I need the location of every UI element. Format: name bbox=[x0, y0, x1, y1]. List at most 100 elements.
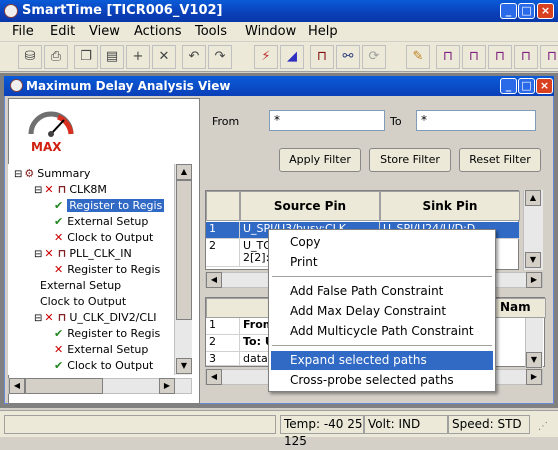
expand-icon[interactable]: ⊟ bbox=[14, 169, 22, 180]
menu-tools[interactable]: Tools bbox=[195, 24, 227, 39]
tree-item-label: Clock to Output bbox=[40, 295, 127, 308]
minimize-button[interactable]: _ bbox=[500, 3, 517, 19]
tree-item-label: External Setup bbox=[40, 279, 122, 292]
scroll-left-icon[interactable]: ◀ bbox=[9, 378, 25, 394]
menu-item-add-multicycle[interactable]: Add Multicycle Path Constraint bbox=[271, 322, 493, 341]
status-bar: Temp: -40 25 125 Volt: IND Speed: STD ⋰ bbox=[0, 410, 558, 448]
constraint-icon[interactable]: ◢ bbox=[280, 45, 304, 69]
row-number[interactable]: 2 bbox=[206, 239, 240, 267]
tree-clock-node[interactable]: ⊟ ✕ ⊓ PLL_CLK_IN bbox=[34, 246, 132, 262]
tree-item-label: Clock to Output bbox=[67, 359, 154, 372]
tree-summary-node[interactable]: ⊟ ⚙ Summary bbox=[14, 166, 90, 182]
close-button[interactable]: × bbox=[537, 3, 554, 19]
tree-clock-node[interactable]: ⊟ ✕ ⊓ CLK8M bbox=[34, 182, 107, 198]
tree-vertical-scrollbar[interactable]: ▲ ▼ bbox=[174, 164, 192, 375]
app-icon bbox=[4, 4, 18, 18]
row-number[interactable]: 1 bbox=[206, 222, 240, 239]
menu-item-print[interactable]: Print bbox=[271, 253, 493, 272]
sink-pin-header[interactable]: Sink Pin bbox=[380, 191, 520, 221]
scroll-right-icon[interactable]: ▶ bbox=[159, 378, 175, 394]
from-field[interactable]: * bbox=[269, 110, 385, 131]
view-close-button[interactable]: × bbox=[536, 78, 553, 94]
view-restore-button[interactable]: □ bbox=[518, 78, 535, 94]
redo-icon[interactable]: ↷ bbox=[208, 45, 232, 69]
detail-row-number[interactable]: 2 bbox=[206, 335, 240, 352]
maximize-button[interactable]: □ bbox=[518, 3, 535, 19]
details-name-header[interactable]: Nam bbox=[500, 300, 531, 314]
apply-filter-button[interactable]: Apply Filter bbox=[279, 148, 361, 172]
input-delay-icon[interactable]: ⊓ bbox=[462, 45, 486, 69]
resize-grip-icon[interactable]: ⋰ bbox=[538, 421, 548, 432]
status-speed: Speed: STD bbox=[448, 415, 530, 434]
tree-horizontal-scrollbar[interactable]: ◀ ▶ bbox=[8, 378, 192, 394]
view-minimize-button[interactable]: _ bbox=[500, 78, 517, 94]
tree-item-label: Register to Regis bbox=[67, 327, 161, 340]
details-vertical-scrollbar[interactable]: ▼ bbox=[525, 318, 543, 368]
store-filter-button[interactable]: Store Filter bbox=[369, 148, 451, 172]
menu-actions[interactable]: Actions bbox=[134, 24, 182, 39]
menu-edit[interactable]: Edit bbox=[50, 24, 75, 39]
menu-item-copy[interactable]: Copy bbox=[271, 233, 493, 252]
expand-icon[interactable]: ⊟ bbox=[34, 313, 42, 324]
paste-icon[interactable]: ▤ bbox=[100, 45, 124, 69]
scroll-right-icon[interactable]: ▶ bbox=[526, 369, 542, 385]
view-title: Maximum Delay Analysis View bbox=[26, 79, 231, 93]
tree-item-label: PLL_CLK_IN bbox=[69, 247, 132, 260]
output-delay-icon[interactable]: ⊓ bbox=[488, 45, 512, 69]
undo-icon[interactable]: ↶ bbox=[182, 45, 206, 69]
false-path-icon[interactable]: ⊓ bbox=[514, 45, 538, 69]
menu-help[interactable]: Help bbox=[308, 24, 338, 39]
menu-item-expand-paths[interactable]: Expand selected paths bbox=[271, 351, 493, 370]
detail-row-number[interactable]: 3 bbox=[206, 352, 240, 366]
delete-icon[interactable]: ✕ bbox=[152, 45, 176, 69]
tree-item[interactable]: ✔ Register to Regis bbox=[54, 198, 165, 214]
scroll-right-icon[interactable]: ▶ bbox=[526, 272, 542, 288]
edit-constraint-icon[interactable]: ✎ bbox=[406, 45, 430, 69]
scroll-down-icon[interactable]: ▼ bbox=[525, 252, 541, 268]
expand-icon[interactable]: ⊟ bbox=[34, 185, 42, 196]
menu-item-cross-probe[interactable]: Cross-probe selected paths bbox=[271, 371, 493, 390]
tree-item[interactable]: ✔ External Setup bbox=[54, 214, 148, 230]
view-icon bbox=[10, 79, 23, 92]
refresh-icon[interactable]: ⟳ bbox=[362, 45, 386, 69]
paths-vertical-scrollbar[interactable]: ▲ ▼ bbox=[523, 190, 543, 270]
timing-analysis-icon[interactable]: ⚡ bbox=[254, 45, 278, 69]
tree-item[interactable]: External Setup bbox=[40, 278, 121, 294]
tree-scroll-thumb[interactable] bbox=[176, 180, 192, 320]
error-icon: ✕ bbox=[44, 183, 54, 196]
copy-icon[interactable]: ❐ bbox=[74, 45, 98, 69]
save-icon[interactable]: ⛁ bbox=[18, 45, 42, 69]
tree-hscroll-thumb[interactable] bbox=[25, 378, 103, 394]
tree-item[interactable]: ✕ Register to Regis bbox=[54, 262, 160, 278]
scroll-left-icon[interactable]: ◀ bbox=[206, 369, 222, 385]
clock-icon[interactable]: ⊓ bbox=[310, 45, 334, 69]
print-icon[interactable]: ⎙ bbox=[44, 45, 68, 69]
tree-item[interactable]: Clock to Output bbox=[40, 294, 126, 310]
tree-item[interactable]: ✔ Clock to Output bbox=[54, 358, 153, 374]
status-temp: Temp: -40 25 125 bbox=[280, 415, 364, 448]
scroll-down-icon[interactable]: ▼ bbox=[526, 352, 542, 368]
to-field[interactable]: * bbox=[416, 110, 536, 131]
scroll-down-icon[interactable]: ▼ bbox=[176, 358, 192, 374]
scroll-left-icon[interactable]: ◀ bbox=[206, 272, 222, 288]
detail-row-number[interactable]: 1 bbox=[206, 318, 240, 335]
tree-item[interactable]: ✕ External Setup bbox=[54, 342, 148, 358]
menu-item-add-max-delay[interactable]: Add Max Delay Constraint bbox=[271, 302, 493, 321]
scroll-up-icon[interactable]: ▲ bbox=[176, 164, 192, 180]
tree-item[interactable]: ✔ Register to Regis bbox=[54, 326, 160, 342]
context-menu: Copy Print Add False Path Constraint Add… bbox=[268, 229, 496, 392]
clock-constraint-icon[interactable]: ⊓ bbox=[436, 45, 460, 69]
menu-file[interactable]: File bbox=[12, 24, 34, 39]
menu-item-add-false-path[interactable]: Add False Path Constraint bbox=[271, 282, 493, 301]
menu-view[interactable]: View bbox=[89, 24, 120, 39]
tree-item[interactable]: ✕ Clock to Output bbox=[54, 230, 153, 246]
source-pin-header[interactable]: Source Pin bbox=[240, 191, 380, 221]
add-icon[interactable]: + bbox=[126, 45, 150, 69]
path-icon[interactable]: ⚯ bbox=[336, 45, 360, 69]
multicycle-icon[interactable]: ⊓ bbox=[540, 45, 558, 69]
scroll-up-icon[interactable]: ▲ bbox=[525, 190, 541, 206]
reset-filter-button[interactable]: Reset Filter bbox=[459, 148, 541, 172]
menu-window[interactable]: Window bbox=[245, 24, 296, 39]
expand-icon[interactable]: ⊟ bbox=[34, 249, 42, 260]
tree-clock-node[interactable]: ⊟ ✕ ⊓ U_CLK_DIV2/CLI bbox=[34, 310, 156, 326]
